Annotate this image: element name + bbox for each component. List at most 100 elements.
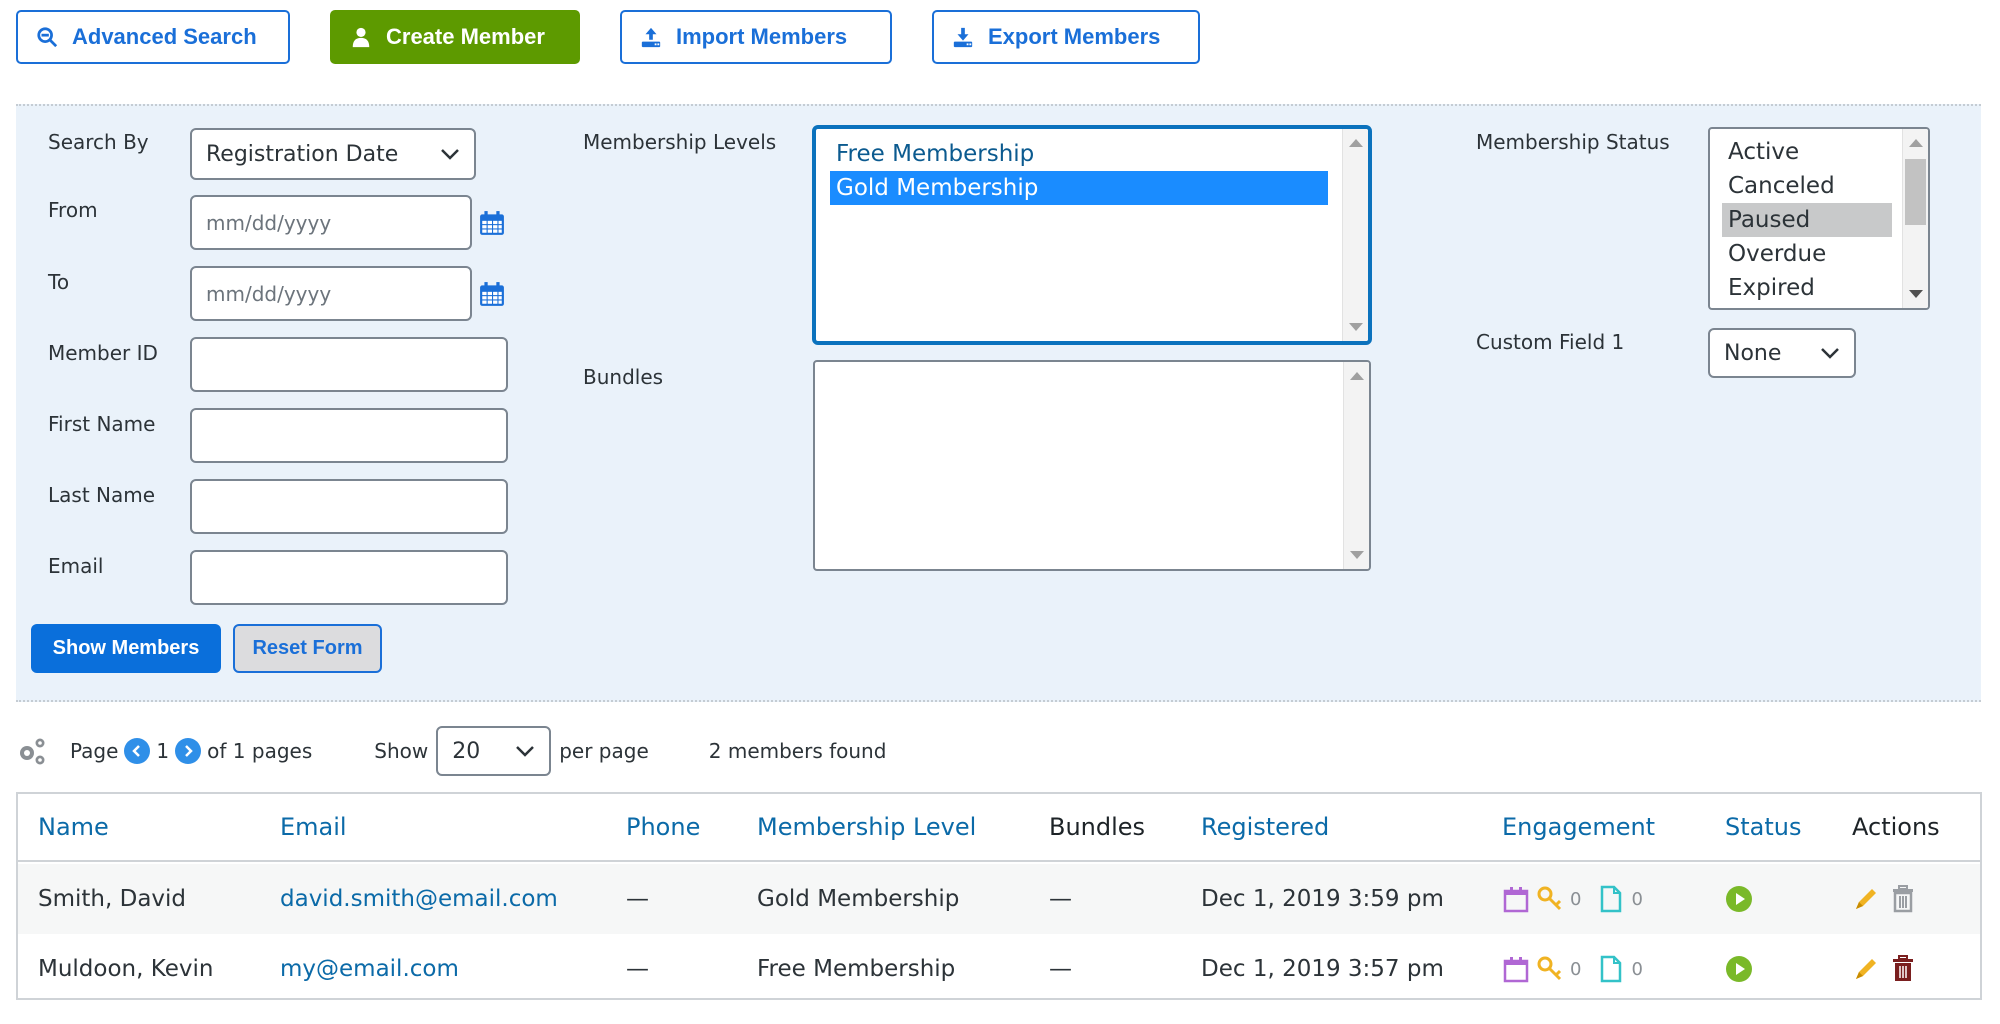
search-by-select[interactable]: Registration Date (190, 128, 476, 180)
to-date-field[interactable] (192, 268, 470, 319)
login-count: 0 (1570, 958, 1582, 980)
email-input[interactable] (190, 550, 508, 605)
status-active-play-icon[interactable] (1725, 885, 1753, 913)
to-label: To (48, 270, 70, 294)
next-page-button[interactable] (175, 738, 202, 764)
member-email-link[interactable]: my@email.com (280, 934, 459, 1004)
scroll-down-icon[interactable] (1349, 323, 1363, 331)
email-field[interactable] (192, 552, 506, 603)
column-header-actions: Actions (1852, 813, 1940, 841)
members-table: Name Email Phone Membership Level Bundle… (16, 792, 1982, 1000)
content-count: 0 (1631, 888, 1643, 910)
create-member-label: Create Member (386, 24, 545, 49)
status-option-selected[interactable]: Paused (1722, 203, 1892, 237)
scroll-up-icon[interactable] (1350, 372, 1364, 380)
reset-form-button[interactable]: Reset Form (233, 624, 382, 673)
scroll-up-icon[interactable] (1349, 139, 1363, 147)
table-header-row: Name Email Phone Membership Level Bundle… (18, 794, 1980, 862)
column-header-email[interactable]: Email (280, 794, 347, 860)
per-page-select[interactable]: 20 (436, 726, 552, 776)
member-email-link[interactable]: david.smith@email.com (280, 864, 558, 934)
bundles-listbox[interactable] (813, 360, 1371, 571)
membership-levels-listbox[interactable]: Free Membership Gold Membership (812, 125, 1372, 345)
calendar-icon[interactable] (1502, 885, 1530, 913)
engagement-cell: 0 0 (1502, 864, 1653, 934)
chevron-right-icon (185, 745, 193, 757)
calendar-icon[interactable] (479, 210, 505, 236)
status-active-play-icon[interactable] (1725, 955, 1753, 983)
first-name-field[interactable] (192, 410, 506, 461)
scrollbar-thumb[interactable] (1905, 159, 1926, 225)
member-id-input[interactable] (190, 337, 508, 392)
document-icon[interactable] (1597, 885, 1625, 913)
delete-trash-icon[interactable] (1890, 955, 1916, 983)
from-date-field[interactable] (192, 197, 470, 248)
content-count: 0 (1631, 958, 1643, 980)
scrollbar[interactable] (1343, 362, 1369, 569)
member-registered: Dec 1, 2019 3:57 pm (1201, 956, 1444, 982)
status-option[interactable]: Expired (1722, 271, 1892, 305)
from-date-input[interactable] (190, 195, 472, 250)
last-name-input[interactable] (190, 479, 508, 534)
calendar-icon[interactable] (479, 281, 505, 307)
column-header-name[interactable]: Name (38, 794, 109, 860)
delete-trash-icon[interactable] (1890, 885, 1916, 913)
export-members-label: Export Members (988, 24, 1161, 49)
export-members-button[interactable]: Export Members (932, 10, 1200, 64)
page-label: Page (70, 739, 119, 763)
member-registered: Dec 1, 2019 3:59 pm (1201, 886, 1444, 912)
members-found: 2 members found (708, 739, 887, 763)
user-icon (352, 27, 370, 48)
scroll-up-icon[interactable] (1909, 139, 1923, 147)
download-icon (953, 27, 973, 48)
scrollbar[interactable] (1902, 129, 1928, 308)
last-name-label: Last Name (48, 483, 156, 507)
membership-level-option-selected[interactable]: Gold Membership (830, 171, 1328, 205)
prev-page-button[interactable] (124, 738, 151, 764)
last-name-field[interactable] (192, 481, 506, 532)
column-header-membership-level[interactable]: Membership Level (757, 794, 976, 860)
status-option[interactable]: Active (1722, 135, 1892, 169)
import-members-label: Import Members (676, 24, 848, 49)
column-header-status[interactable]: Status (1725, 794, 1801, 860)
column-header-registered[interactable]: Registered (1201, 794, 1329, 860)
to-date-input[interactable] (190, 266, 472, 321)
membership-level-option[interactable]: Free Membership (830, 137, 1328, 171)
first-name-input[interactable] (190, 408, 508, 463)
member-level: Gold Membership (757, 886, 960, 912)
advanced-search-button[interactable]: Advanced Search (16, 10, 290, 64)
key-icon[interactable] (1536, 955, 1564, 983)
document-icon[interactable] (1597, 955, 1625, 983)
status-option[interactable]: Canceled (1722, 169, 1892, 203)
upload-icon (641, 27, 661, 48)
scroll-down-icon[interactable] (1350, 551, 1364, 559)
membership-levels-label: Membership Levels (583, 130, 777, 154)
custom-field-value: None (1724, 340, 1782, 366)
member-id-field[interactable] (192, 339, 506, 390)
custom-field-select[interactable]: None (1708, 328, 1856, 378)
member-name: Muldoon, Kevin (38, 956, 214, 982)
first-name-label: First Name (48, 412, 156, 436)
from-label: From (48, 198, 98, 222)
member-level: Free Membership (757, 956, 956, 982)
member-phone: — (626, 886, 649, 912)
scrollbar[interactable] (1342, 129, 1368, 341)
show-label: Show (374, 739, 429, 763)
scroll-down-icon[interactable] (1909, 290, 1923, 298)
column-header-engagement[interactable]: Engagement (1502, 794, 1655, 860)
status-option[interactable]: Overdue (1722, 237, 1892, 271)
show-members-button[interactable]: Show Members (31, 624, 221, 673)
column-header-phone[interactable]: Phone (626, 794, 700, 860)
member-id-label: Member ID (48, 341, 158, 365)
advanced-search-label: Advanced Search (72, 24, 257, 49)
calendar-icon[interactable] (1502, 955, 1530, 983)
membership-status-listbox[interactable]: Active Canceled Paused Overdue Expired (1708, 127, 1930, 310)
edit-pencil-icon[interactable] (1852, 885, 1880, 913)
import-members-button[interactable]: Import Members (620, 10, 892, 64)
edit-pencil-icon[interactable] (1852, 955, 1880, 983)
gears-icon[interactable] (16, 735, 48, 767)
create-member-button[interactable]: Create Member (330, 10, 580, 64)
status-cell (1725, 934, 1753, 1004)
key-icon[interactable] (1536, 885, 1564, 913)
total-pages: of 1 pages (207, 739, 313, 763)
